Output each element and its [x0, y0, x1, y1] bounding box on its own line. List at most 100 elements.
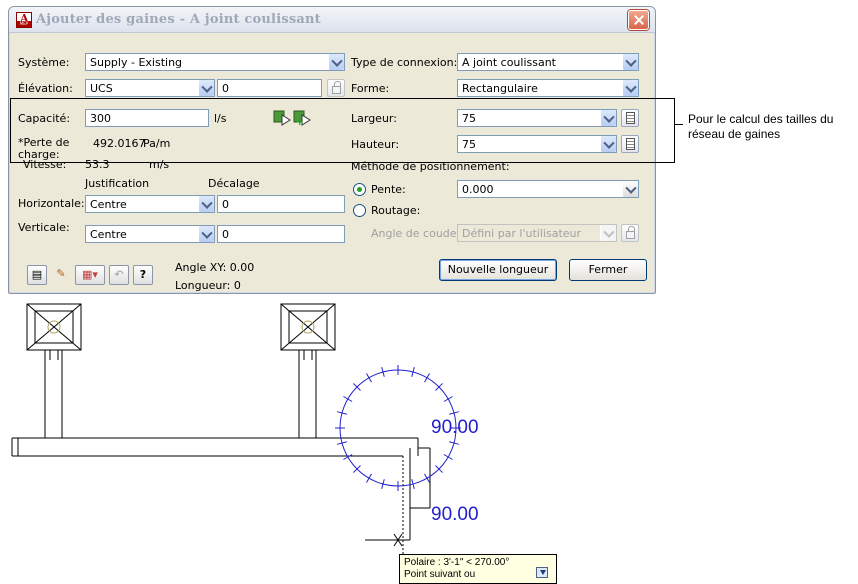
diffuser-right[interactable] [280, 303, 336, 438]
hauteur-select[interactable]: 75 [457, 135, 617, 153]
capacite-unit: l/s [214, 112, 227, 125]
chevron-down-icon[interactable] [622, 54, 638, 70]
perte-unit: Pa/m [143, 137, 171, 150]
chevron-down-icon[interactable] [600, 136, 616, 152]
angle-xy-readout: Angle XY: 0.00 [175, 261, 255, 274]
options-dropdown-icon[interactable] [536, 567, 548, 578]
capacite-label: Capacité: [18, 112, 71, 125]
type-connexion-label: Type de connexion: [351, 56, 458, 69]
routage-label: Routage: [371, 204, 421, 217]
verticale-select[interactable]: Centre [85, 225, 215, 243]
main-duct[interactable] [11, 437, 431, 584]
systeme-label: Système: [18, 56, 70, 69]
verticale-label: Verticale: [18, 221, 70, 234]
hauteur-label: Hauteur: [351, 138, 400, 151]
svg-text:+: + [296, 118, 304, 126]
polar-tooltip: Polaire : 3'-1" < 270.00° Point suivant … [399, 554, 557, 584]
pente-radio[interactable] [353, 183, 366, 196]
horizontale-offset-input[interactable]: 0 [217, 195, 345, 213]
callout-leader-line [675, 124, 683, 125]
angle-label-top: 90.00 [431, 417, 479, 438]
properties-icon: ▦▾ [82, 268, 98, 281]
calculate-size-add-button[interactable]: + [293, 108, 311, 128]
help-icon: ? [139, 268, 147, 281]
type-connexion-select[interactable]: A joint coulissant [457, 53, 639, 71]
catalog-icon: ▤ [31, 268, 43, 281]
routage-radio[interactable] [353, 204, 366, 217]
fermer-button[interactable]: Fermer [569, 259, 647, 281]
callout-text: Pour le calcul des tailles du réseau de … [688, 112, 834, 141]
calculate-size-button[interactable] [273, 108, 291, 126]
autocad-mep-icon: A MEP [16, 12, 32, 28]
forme-value: Rectangulaire [462, 82, 538, 95]
verticale-offset-input[interactable]: 0 [217, 225, 345, 243]
chevron-down-icon[interactable] [198, 196, 214, 212]
pente-input[interactable]: 0.000 [457, 180, 639, 198]
hauteur-value: 75 [462, 138, 476, 151]
style-button[interactable]: ✎ [51, 265, 71, 285]
add-duct-dialog: A MEP Ajouter des gaines - A joint coulis… [8, 6, 656, 294]
vitesse-label: Vitesse: [23, 158, 67, 171]
horizontale-select[interactable]: Centre [85, 195, 215, 213]
elevation-lock-button[interactable] [327, 79, 345, 97]
horizontale-label: Horizontale: [18, 197, 85, 210]
lock-icon [626, 226, 635, 239]
dialog-title: Ajouter des gaines - A joint coulissant [36, 12, 321, 27]
horizontale-value: Centre [90, 198, 127, 211]
spinner-icon[interactable] [622, 181, 638, 197]
pente-label: Pente: [371, 183, 406, 196]
angle-coude-lock-button[interactable] [621, 224, 639, 242]
longueur-readout: Longueur: 0 [175, 279, 241, 292]
calculator-icon [626, 112, 635, 124]
close-button[interactable] [628, 10, 649, 30]
compass-tick [343, 396, 353, 402]
systeme-value: Supply - Existing [90, 56, 183, 69]
compass-tick [424, 473, 430, 483]
justification-header: Justification [85, 177, 150, 190]
lock-icon [332, 81, 341, 94]
largeur-value: 75 [462, 112, 476, 125]
largeur-calculator-button[interactable] [621, 109, 639, 127]
help-button[interactable]: ? [133, 265, 153, 285]
forme-label: Forme: [351, 82, 390, 95]
dialog-titlebar[interactable]: A MEP Ajouter des gaines - A joint coulis… [9, 7, 655, 33]
angle-coude-select[interactable]: Défini par l'utilisateur [457, 224, 617, 242]
capacite-input[interactable]: 300 [85, 109, 209, 127]
chevron-down-icon[interactable] [622, 80, 638, 96]
compass-tick [366, 473, 372, 483]
chevron-down-icon[interactable] [198, 80, 214, 96]
vitesse-value: 53.3 [85, 158, 110, 171]
pente-value: 0.000 [462, 183, 494, 196]
elevation-reference-select[interactable]: UCS [85, 79, 215, 97]
compass-tick [443, 454, 453, 460]
compass-tick [366, 373, 372, 383]
chevron-down-icon[interactable] [600, 110, 616, 126]
diffuser-left[interactable] [26, 303, 82, 438]
nouvelle-longueur-button[interactable]: Nouvelle longueur [439, 259, 557, 281]
methode-label: Méthode de positionnement: [351, 160, 510, 173]
systeme-select[interactable]: Supply - Existing [85, 53, 345, 71]
paintbrush-icon: ✎ [56, 267, 66, 280]
elevation-input[interactable]: 0 [217, 79, 322, 97]
hauteur-calculator-button[interactable] [621, 135, 639, 153]
compass-tick [343, 454, 353, 460]
compass-tick [424, 373, 430, 383]
largeur-label: Largeur: [351, 112, 397, 125]
chevron-down-icon[interactable] [198, 226, 214, 242]
chevron-down-icon[interactable] [328, 54, 344, 70]
calculator-icon [626, 138, 635, 150]
duct-size-add-icon: + [293, 110, 311, 128]
catalog-button[interactable]: ▤ [27, 265, 47, 285]
undo-icon: ↶ [114, 268, 124, 281]
vitesse-unit: m/s [149, 158, 170, 171]
tooltip-line-1: Polaire : 3'-1" < 270.00° [404, 557, 510, 568]
compass-tick [443, 396, 453, 402]
forme-select[interactable]: Rectangulaire [457, 79, 639, 97]
chevron-down-icon[interactable] [600, 225, 616, 241]
properties-dropdown-button[interactable]: ▦▾ [75, 265, 105, 285]
verticale-value: Centre [90, 228, 127, 241]
undo-button[interactable]: ↶ [109, 265, 129, 285]
elevation-ref-value: UCS [90, 82, 113, 95]
perte-value: 492.0167 [93, 137, 146, 150]
largeur-select[interactable]: 75 [457, 109, 617, 127]
